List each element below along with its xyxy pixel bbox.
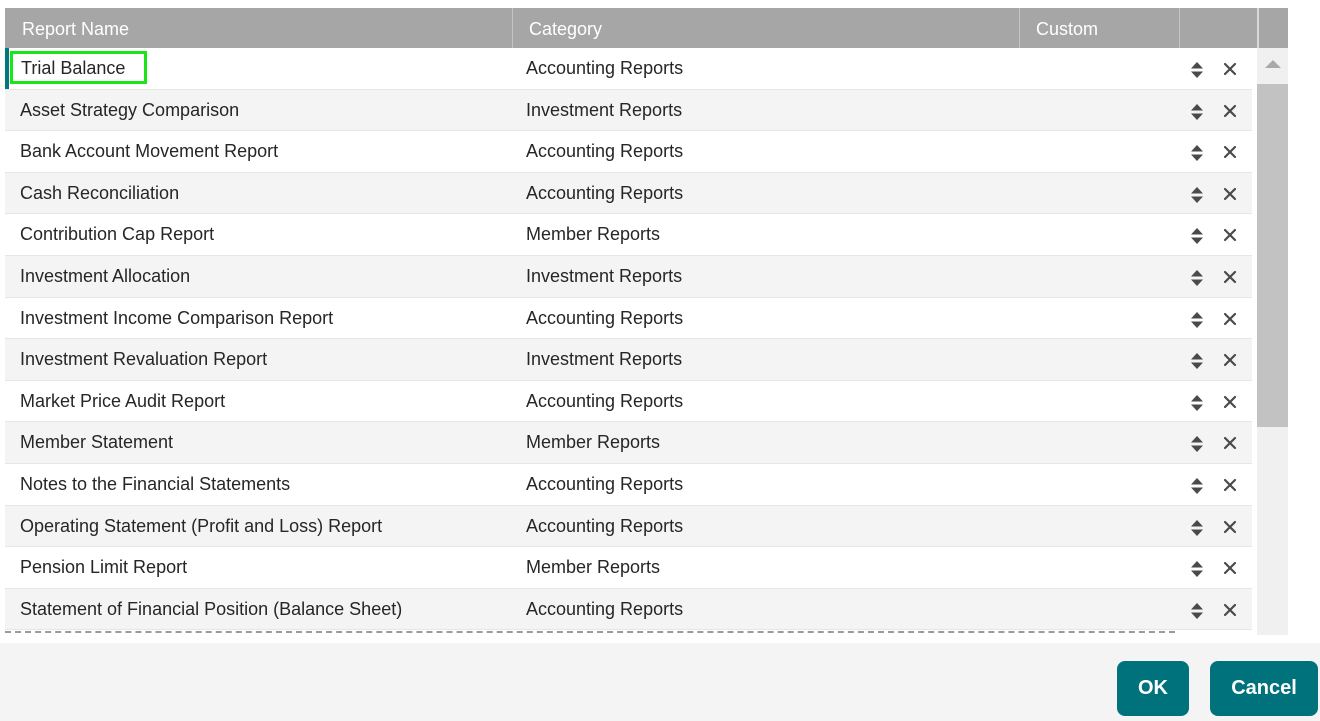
sort-up-down-icon[interactable] (1190, 311, 1204, 329)
category-cell[interactable]: Member Reports (526, 547, 660, 588)
close-x-icon[interactable] (1223, 270, 1237, 284)
column-header-report-name[interactable]: Report Name (5, 8, 513, 48)
category-cell[interactable]: Accounting Reports (526, 381, 683, 422)
report-grid: Report Name Category Custom Trial Balanc… (5, 8, 1288, 635)
category-cell[interactable]: Investment Reports (526, 256, 682, 297)
category-cell[interactable]: Member Reports (526, 214, 660, 255)
ok-button[interactable]: OK (1117, 661, 1189, 716)
sort-up-down-icon[interactable] (1190, 144, 1204, 162)
grid-header: Report Name Category Custom (5, 8, 1257, 48)
category-cell[interactable]: Accounting Reports (526, 589, 683, 630)
column-header-custom[interactable]: Custom (1020, 8, 1180, 48)
table-row[interactable]: Market Price Audit Report Accounting Repo… (5, 380, 1252, 423)
category-cell[interactable]: Investment Reports (526, 90, 682, 131)
table-row[interactable]: Trial Balance Accounting Reports (5, 48, 1252, 90)
table-row[interactable]: Operating Statement (Profit and Loss) Re… (5, 505, 1252, 548)
close-x-icon[interactable] (1223, 104, 1237, 118)
close-x-icon[interactable] (1223, 561, 1237, 575)
report-name-cell[interactable]: Member Statement (20, 422, 173, 463)
category-cell[interactable]: Investment Reports (526, 339, 682, 380)
report-name-cell[interactable]: Pension Limit Report (20, 547, 187, 588)
sort-up-down-icon[interactable] (1190, 103, 1204, 121)
close-x-icon[interactable] (1223, 395, 1237, 409)
close-x-icon[interactable] (1223, 145, 1237, 159)
table-row[interactable]: Member Statement Member Reports (5, 422, 1252, 464)
sort-up-down-icon[interactable] (1190, 477, 1204, 495)
sort-up-down-icon[interactable] (1190, 602, 1204, 620)
table-row[interactable]: Investment Allocation Investment Reports (5, 255, 1252, 298)
report-name-cell[interactable]: Statement of Financial Position (Balance… (20, 589, 402, 630)
report-name-cell[interactable]: Cash Reconciliation (20, 173, 179, 214)
category-cell[interactable]: Accounting Reports (526, 506, 683, 547)
report-name-cell[interactable]: Contribution Cap Report (20, 214, 214, 255)
close-x-icon[interactable] (1223, 353, 1237, 367)
sort-up-down-icon[interactable] (1190, 269, 1204, 287)
report-name-cell[interactable]: Asset Strategy Comparison (20, 90, 239, 131)
vertical-scrollbar[interactable] (1257, 48, 1288, 635)
report-name-cell[interactable]: Investment Income Comparison Report (20, 298, 333, 339)
report-name-cell[interactable]: Trial Balance (21, 48, 125, 89)
sort-up-down-icon[interactable] (1190, 352, 1204, 370)
category-cell[interactable]: Accounting Reports (526, 173, 683, 214)
sort-up-down-icon[interactable] (1190, 519, 1204, 537)
table-row[interactable]: Statement of Financial Position (Balance… (5, 588, 1252, 631)
report-name-cell[interactable]: Market Price Audit Report (20, 381, 225, 422)
close-x-icon[interactable] (1223, 62, 1237, 76)
close-x-icon[interactable] (1223, 478, 1237, 492)
table-row[interactable]: Notes to the Financial Statements Account… (5, 463, 1252, 506)
close-x-icon[interactable] (1223, 228, 1237, 242)
scroll-up-arrow-icon[interactable] (1265, 60, 1281, 68)
column-header-actions (1180, 8, 1257, 48)
cancel-button[interactable]: Cancel (1210, 661, 1318, 716)
category-cell[interactable]: Accounting Reports (526, 298, 683, 339)
close-x-icon[interactable] (1223, 436, 1237, 450)
scrollbar-header-corner (1257, 8, 1288, 48)
sort-up-down-icon[interactable] (1190, 394, 1204, 412)
sort-up-down-icon[interactable] (1190, 435, 1204, 453)
dialog-footer: OK Cancel (0, 643, 1320, 721)
report-name-cell[interactable]: Notes to the Financial Statements (20, 464, 290, 505)
table-row[interactable]: Cash Reconciliation Accounting Reports (5, 172, 1252, 215)
table-row[interactable]: Bank Account Movement Report Accounting R… (5, 131, 1252, 173)
sort-up-down-icon[interactable] (1190, 186, 1204, 204)
category-cell[interactable]: Accounting Reports (526, 464, 683, 505)
table-row[interactable]: Investment Revaluation Report Investment … (5, 339, 1252, 381)
report-name-cell[interactable]: Operating Statement (Profit and Loss) Re… (20, 506, 382, 547)
close-x-icon[interactable] (1223, 187, 1237, 201)
sort-up-down-icon[interactable] (1190, 227, 1204, 245)
close-x-icon[interactable] (1223, 603, 1237, 617)
column-header-category[interactable]: Category (513, 8, 1020, 48)
scrollbar-thumb[interactable] (1257, 84, 1288, 427)
grid-rows: Trial Balance Accounting Reports Asset Str… (5, 48, 1252, 631)
table-row[interactable]: Asset Strategy Comparison Investment Repo… (5, 89, 1252, 132)
report-name-cell[interactable]: Bank Account Movement Report (20, 131, 278, 172)
sort-up-down-icon[interactable] (1190, 560, 1204, 578)
close-x-icon[interactable] (1223, 312, 1237, 326)
table-row[interactable]: Investment Income Comparison Report Accou… (5, 297, 1252, 340)
sort-up-down-icon[interactable] (1190, 61, 1204, 79)
category-cell[interactable]: Member Reports (526, 422, 660, 463)
category-cell[interactable]: Accounting Reports (526, 48, 683, 89)
report-name-cell[interactable]: Investment Allocation (20, 256, 190, 297)
close-x-icon[interactable] (1223, 520, 1237, 534)
drop-target-indicator (5, 631, 1175, 633)
report-name-cell[interactable]: Investment Revaluation Report (20, 339, 267, 380)
category-cell[interactable]: Accounting Reports (526, 131, 683, 172)
table-row[interactable]: Contribution Cap Report Member Reports (5, 214, 1252, 256)
table-row[interactable]: Pension Limit Report Member Reports (5, 547, 1252, 589)
